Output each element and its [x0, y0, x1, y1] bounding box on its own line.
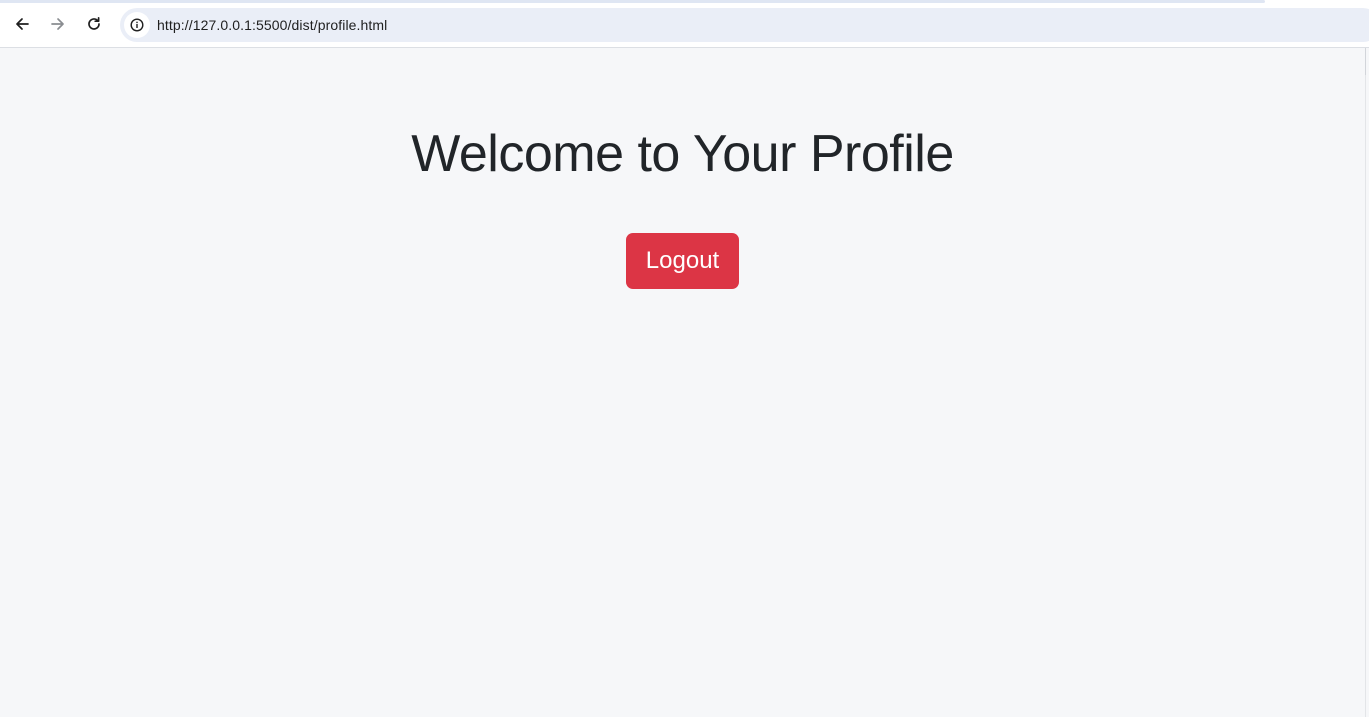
site-info-button[interactable] [124, 12, 150, 38]
reload-icon [88, 16, 100, 30]
page-title: Welcome to Your Profile [411, 125, 954, 183]
back-button[interactable] [8, 10, 36, 38]
arrow-right-icon [51, 18, 64, 30]
page-viewport: Welcome to Your Profile Logout [0, 48, 1369, 717]
address-bar[interactable]: http://127.0.0.1:5500/dist/profile.html [120, 8, 1369, 42]
tab-strip-edge [0, 0, 1265, 3]
reload-button[interactable] [80, 10, 108, 38]
forward-button[interactable] [44, 10, 72, 38]
browser-toolbar: http://127.0.0.1:5500/dist/profile.html [0, 0, 1369, 48]
scrollbar[interactable] [1365, 48, 1369, 717]
arrow-left-icon [16, 18, 29, 30]
info-icon [130, 18, 144, 32]
url-text[interactable]: http://127.0.0.1:5500/dist/profile.html [157, 17, 387, 33]
logout-button[interactable]: Logout [626, 233, 739, 289]
